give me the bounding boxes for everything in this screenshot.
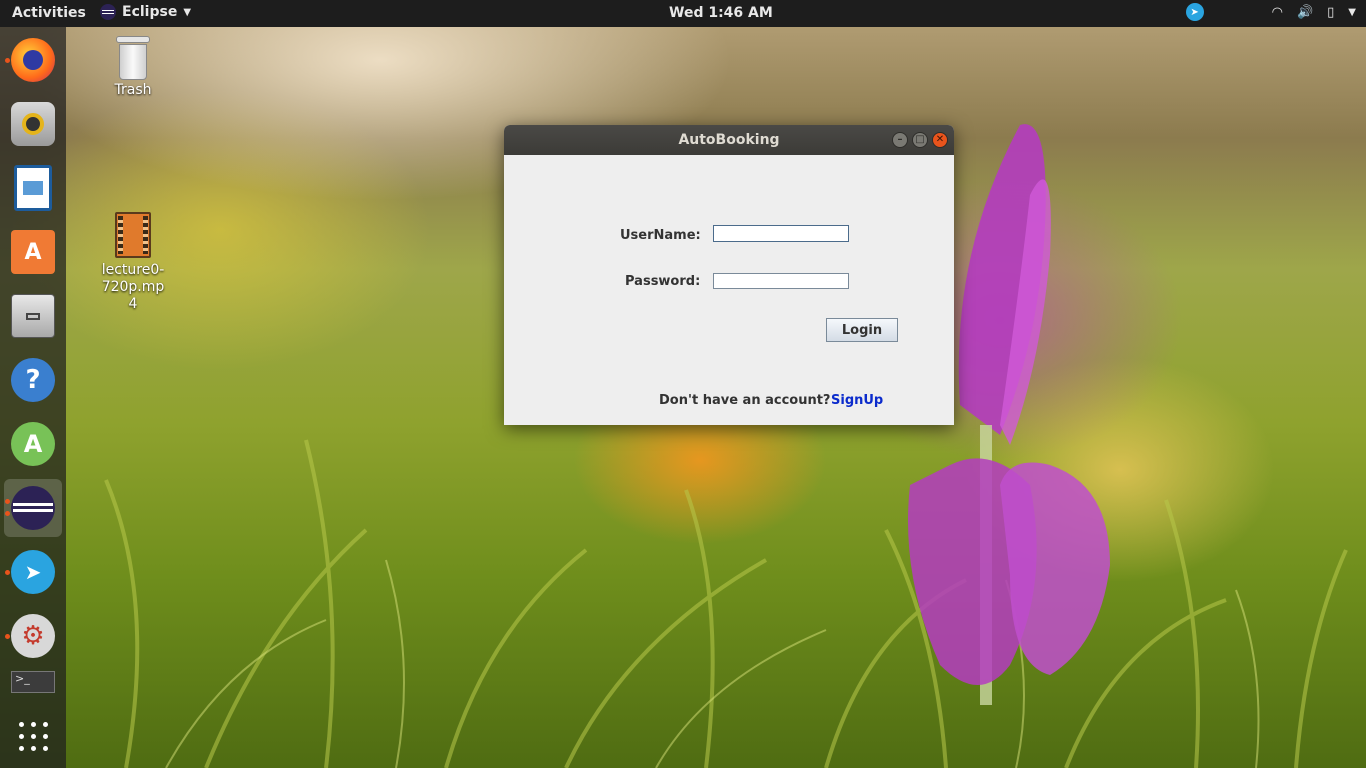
running-indicator [5, 511, 10, 516]
dock-item-android-studio[interactable]: A [4, 415, 62, 473]
window-titlebar[interactable]: AutoBooking – □ ✕ [504, 125, 954, 155]
files-drawer-icon [11, 294, 55, 338]
firefox-icon [11, 38, 55, 82]
wifi-icon[interactable]: ◠ [1272, 5, 1283, 20]
system-tray[interactable]: ➤ ◠ 🔊 ▯ ▼ [1185, 3, 1356, 21]
desktop-video-file[interactable]: lecture0-720p.mp4 [85, 212, 181, 313]
close-button[interactable]: ✕ [932, 132, 948, 148]
desktop-trash[interactable]: Trash [85, 36, 181, 98]
dock-item-libreoffice-writer[interactable] [4, 159, 62, 217]
telegram-icon: ➤ [11, 550, 55, 594]
running-indicator [5, 58, 10, 63]
show-applications-button[interactable] [4, 707, 62, 765]
clock[interactable]: Wed 1:46 AM [669, 5, 773, 21]
minimize-button[interactable]: – [892, 132, 908, 148]
dock-item-help[interactable]: ? [4, 351, 62, 409]
gear-wrench-icon: ⚙ [11, 614, 55, 658]
help-question-icon: ? [11, 358, 55, 402]
login-button[interactable]: Login [826, 318, 898, 342]
top-bar: Activities Eclipse ▼ Wed 1:46 AM ➤ ◠ 🔊 ▯… [0, 0, 1366, 27]
chevron-down-icon[interactable]: ▼ [1348, 7, 1356, 18]
app-menu-label: Eclipse [122, 4, 178, 20]
speaker-icon [11, 102, 55, 146]
dock-item-telegram[interactable]: ➤ [4, 543, 62, 601]
volume-icon[interactable]: 🔊 [1297, 5, 1313, 20]
android-studio-icon: A [11, 422, 55, 466]
writer-document-icon [14, 165, 52, 211]
autobooking-window: AutoBooking – □ ✕ UserName: Password: Lo… [504, 125, 954, 425]
chevron-down-icon: ▼ [183, 6, 192, 18]
desktop-icon-label: Trash [114, 82, 152, 98]
dock-item-system-tools[interactable]: ⚙ [4, 607, 62, 665]
video-file-icon [115, 212, 151, 258]
username-label: UserName: [620, 228, 701, 243]
desktop-icon-label: lecture0-720p.mp4 [101, 262, 165, 312]
dock-item-eclipse[interactable] [4, 479, 62, 537]
dock-item-files[interactable] [4, 287, 62, 345]
terminal-icon: >_ [11, 671, 55, 693]
signup-prompt: Don't have an account? [659, 393, 831, 408]
dock-item-ubuntu-software[interactable]: A [4, 223, 62, 281]
maximize-button[interactable]: □ [912, 132, 928, 148]
apps-grid-icon [18, 721, 48, 751]
software-store-icon: A [11, 230, 55, 274]
dock-item-firefox[interactable] [4, 31, 62, 89]
password-input[interactable] [713, 273, 849, 289]
dock-item-rhythmbox[interactable] [4, 95, 62, 153]
running-indicator [5, 570, 10, 575]
signup-link[interactable]: SignUp [831, 393, 883, 408]
password-label: Password: [625, 274, 701, 289]
eclipse-icon [100, 4, 116, 20]
username-input[interactable] [713, 225, 849, 242]
dock: A ? A ➤ ⚙ >_ [0, 27, 66, 768]
battery-icon[interactable]: ▯ [1327, 5, 1334, 20]
telegram-tray-icon[interactable]: ➤ [1185, 3, 1204, 21]
activities-button[interactable]: Activities [12, 5, 86, 21]
window-title: AutoBooking [678, 132, 780, 148]
eclipse-icon [11, 486, 55, 530]
running-indicator [5, 499, 10, 504]
dock-item-terminal[interactable]: >_ [4, 671, 62, 705]
running-indicator [5, 634, 10, 639]
trash-icon [116, 36, 150, 80]
app-menu[interactable]: Eclipse ▼ [100, 4, 191, 20]
